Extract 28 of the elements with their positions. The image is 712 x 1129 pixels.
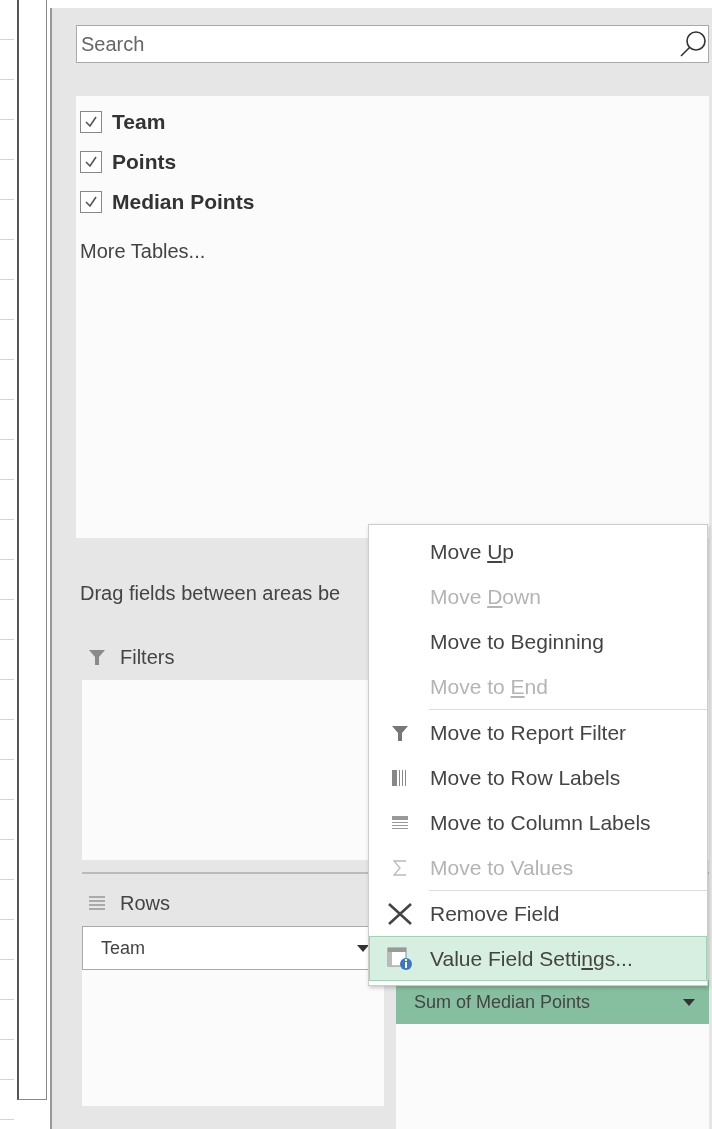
menu-item[interactable]: Move Up bbox=[369, 529, 707, 574]
area-title: Filters bbox=[120, 645, 175, 669]
filter-icon bbox=[391, 723, 409, 742]
row-labels-icon bbox=[392, 769, 408, 786]
more-tables-link[interactable]: More Tables... bbox=[80, 240, 206, 263]
menu-item[interactable]: Value Field Settings... bbox=[369, 936, 707, 981]
settings-icon bbox=[387, 946, 413, 971]
search-icon bbox=[679, 30, 707, 58]
caret-icon bbox=[357, 944, 369, 952]
sigma-icon bbox=[393, 859, 407, 876]
caret-icon bbox=[683, 998, 695, 1006]
instruction-text: Drag fields between areas be bbox=[80, 582, 341, 606]
menu-item[interactable]: Move to Row Labels bbox=[369, 755, 707, 800]
menu-item[interactable]: Move to Column Labels bbox=[369, 800, 707, 845]
checkbox[interactable] bbox=[80, 151, 102, 173]
menu-item[interactable]: Move to Beginning bbox=[369, 619, 707, 664]
checkbox[interactable] bbox=[80, 191, 102, 213]
filter-icon bbox=[88, 648, 106, 666]
close-icon bbox=[388, 902, 412, 925]
checkbox[interactable] bbox=[80, 111, 102, 133]
search-field[interactable]: Search bbox=[76, 25, 709, 63]
field-label: Points bbox=[112, 150, 177, 174]
area-title: Rows bbox=[120, 891, 170, 915]
field-label: Team bbox=[112, 110, 166, 134]
menu-item[interactable]: Move to Report Filter bbox=[369, 710, 707, 755]
column-labels-icon bbox=[392, 815, 408, 830]
rows-icon bbox=[88, 895, 106, 911]
field-label: Median Points bbox=[112, 190, 255, 214]
